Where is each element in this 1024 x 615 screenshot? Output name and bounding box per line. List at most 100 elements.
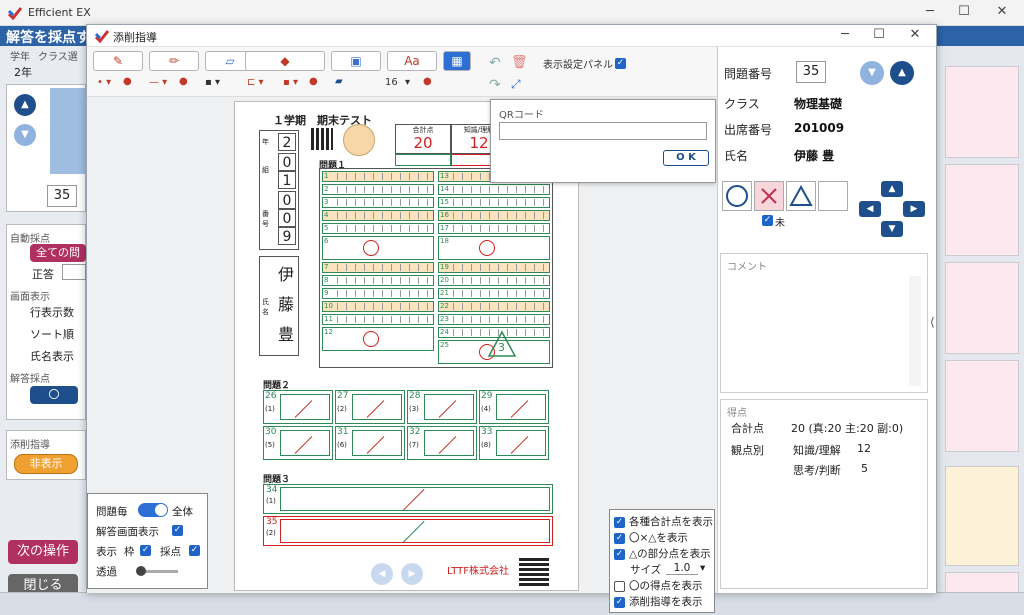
q1-answer-row[interactable]: 1 <box>322 171 434 182</box>
display-option-checkbox[interactable]: ✓ <box>614 596 625 608</box>
q2-answer-box[interactable] <box>352 394 402 420</box>
arrow-left-button[interactable]: ◀ <box>859 201 881 217</box>
q1-answer-row[interactable]: 12 <box>322 327 434 351</box>
thumbnail[interactable] <box>945 466 1019 566</box>
q2-answer-box[interactable] <box>352 430 402 456</box>
q1-answer-row[interactable]: 14 <box>438 184 550 195</box>
palette-icon[interactable]: ● <box>423 76 432 87</box>
q1-answer-row[interactable]: 20 <box>438 275 550 286</box>
q2-cell[interactable]: 31 (6) <box>335 426 405 460</box>
q2-answer-box[interactable] <box>424 430 474 456</box>
q1-answer-row[interactable]: 18 <box>438 236 550 260</box>
display-option[interactable]: ✓ 添削指導を表示 <box>614 594 703 610</box>
palette-icon[interactable]: ● <box>179 76 188 87</box>
palette-icon[interactable]: ● <box>309 76 318 87</box>
q1-answer-row[interactable]: 8 <box>322 275 434 286</box>
q2-answer-box[interactable] <box>280 430 330 456</box>
display-option-checkbox[interactable] <box>614 580 625 592</box>
marker-button[interactable]: ✏ <box>149 51 199 71</box>
fill-color-select[interactable]: ▪ ▾ <box>283 77 298 88</box>
mark-triangle-button[interactable] <box>786 181 816 211</box>
frame-style-select[interactable]: ⊏ ▾ <box>247 77 264 88</box>
q1-answer-row[interactable]: 6 <box>322 236 434 260</box>
q2-cell[interactable]: 29 (4) <box>479 390 549 424</box>
dialog-maximize-icon[interactable]: ☐ <box>869 27 889 45</box>
panel-collapse-icon[interactable]: ⟨ <box>930 315 935 329</box>
all-questions-button[interactable]: 全ての問 <box>30 244 86 262</box>
q1-answer-row[interactable]: 3 <box>322 197 434 208</box>
q1-answer-row[interactable]: 5 <box>322 223 434 234</box>
trash-icon[interactable]: 🗑 <box>511 55 528 70</box>
font-button[interactable]: Aa <box>387 51 437 71</box>
q1-answer-row[interactable]: 11 <box>322 314 434 325</box>
folder-icon[interactable]: ▰ <box>335 76 343 87</box>
undo-icon[interactable]: ↶ <box>489 55 501 71</box>
answer-circle-button[interactable]: 〇 <box>30 386 78 404</box>
qr-code-input[interactable] <box>499 122 707 140</box>
eraser-size-select[interactable]: ▪ ▾ <box>205 77 220 88</box>
shape-button[interactable]: ◆ <box>245 51 325 71</box>
font-size-dropdown-icon[interactable]: ▾ <box>405 77 410 88</box>
display-option-checkbox[interactable]: ✓ <box>614 532 625 544</box>
pen-button[interactable]: ✎ <box>93 51 143 71</box>
qr-ok-button[interactable]: O K <box>663 150 709 166</box>
q2-cell[interactable]: 30 (5) <box>263 426 333 460</box>
redo-icon[interactable]: ↷ <box>489 77 501 93</box>
next-page-icon[interactable]: ▶ <box>401 563 423 585</box>
arrow-down-button[interactable]: ▼ <box>881 221 903 237</box>
thumbnail[interactable] <box>945 66 1019 158</box>
display-option[interactable]: ✓ 〇×△を表示 <box>614 530 713 546</box>
correct-answer-field[interactable] <box>62 264 86 280</box>
thumbnail[interactable] <box>945 262 1019 354</box>
down-arrow-button[interactable]: ▼ <box>14 124 36 146</box>
main-close-icon[interactable]: ✕ <box>992 4 1012 22</box>
q2-cell[interactable]: 32 (7) <box>407 426 477 460</box>
q2-answer-box[interactable] <box>496 430 546 456</box>
font-size-value[interactable]: 16 <box>385 77 398 88</box>
q1-answer-row[interactable]: 21 <box>438 288 550 299</box>
arrow-right-button[interactable]: ▶ <box>903 201 925 217</box>
page-number-field[interactable]: 35 <box>47 185 77 207</box>
q2-cell[interactable]: 33 (8) <box>479 426 549 460</box>
line-style-select[interactable]: — ▾ <box>149 77 167 88</box>
q1-answer-row[interactable]: 7 <box>322 262 434 273</box>
q1-answer-row[interactable]: 15 <box>438 197 550 208</box>
q1-answer-row[interactable]: 17 <box>438 223 550 234</box>
fullscreen-icon[interactable]: ⤢ <box>511 77 521 92</box>
q3-answer-box[interactable] <box>280 519 550 543</box>
scope-toggle[interactable] <box>138 503 168 517</box>
frame-checkbox[interactable]: ✓ <box>140 545 151 556</box>
q1-answer-row[interactable]: 22 <box>438 301 550 312</box>
display-option-checkbox[interactable]: ✓ <box>614 516 625 528</box>
hide-button[interactable]: 非表示 <box>14 454 78 474</box>
answer-screen-checkbox[interactable]: ✓ <box>172 525 183 536</box>
main-minimize-icon[interactable]: ─ <box>920 4 940 22</box>
dialog-minimize-icon[interactable]: ─ <box>835 27 855 45</box>
mark-blank-button[interactable] <box>818 181 848 211</box>
palette-icon[interactable]: ● <box>123 76 132 87</box>
thumbnail[interactable] <box>945 164 1019 256</box>
question-number-field[interactable]: 35 <box>796 61 826 83</box>
q1-answer-row[interactable]: 4 <box>322 210 434 221</box>
up-arrow-button[interactable]: ▲ <box>14 94 36 116</box>
q2-cell[interactable]: 28 (3) <box>407 390 477 424</box>
main-maximize-icon[interactable]: ☐ <box>954 4 974 22</box>
next-operation-button[interactable]: 次の操作 <box>8 540 78 564</box>
size-select[interactable]: 1.0 <box>666 562 698 575</box>
q2-answer-box[interactable] <box>424 394 474 420</box>
grading-checkbox[interactable]: ✓ <box>189 545 200 556</box>
dialog-close-icon[interactable]: ✕ <box>905 27 925 45</box>
mark-circle-button[interactable] <box>722 181 752 211</box>
display-option[interactable]: ✓ △の部分点を表示 <box>614 546 713 562</box>
grade-value[interactable]: 2年 <box>14 64 32 80</box>
q3-answer-box[interactable] <box>280 487 550 511</box>
arrow-up-button[interactable]: ▲ <box>881 181 903 197</box>
mark-cross-button[interactable] <box>754 181 784 211</box>
size-dropdown-icon[interactable]: ▾ <box>700 562 705 574</box>
thumbnail[interactable] <box>945 360 1019 452</box>
q1-answer-row[interactable]: 23 <box>438 314 550 325</box>
q2-answer-box[interactable] <box>496 394 546 420</box>
display-option[interactable]: ✓ 各種合計点を表示 <box>614 514 713 530</box>
q1-answer-row[interactable]: 2 <box>322 184 434 195</box>
pen-color-dot[interactable]: • ▾ <box>97 77 111 88</box>
